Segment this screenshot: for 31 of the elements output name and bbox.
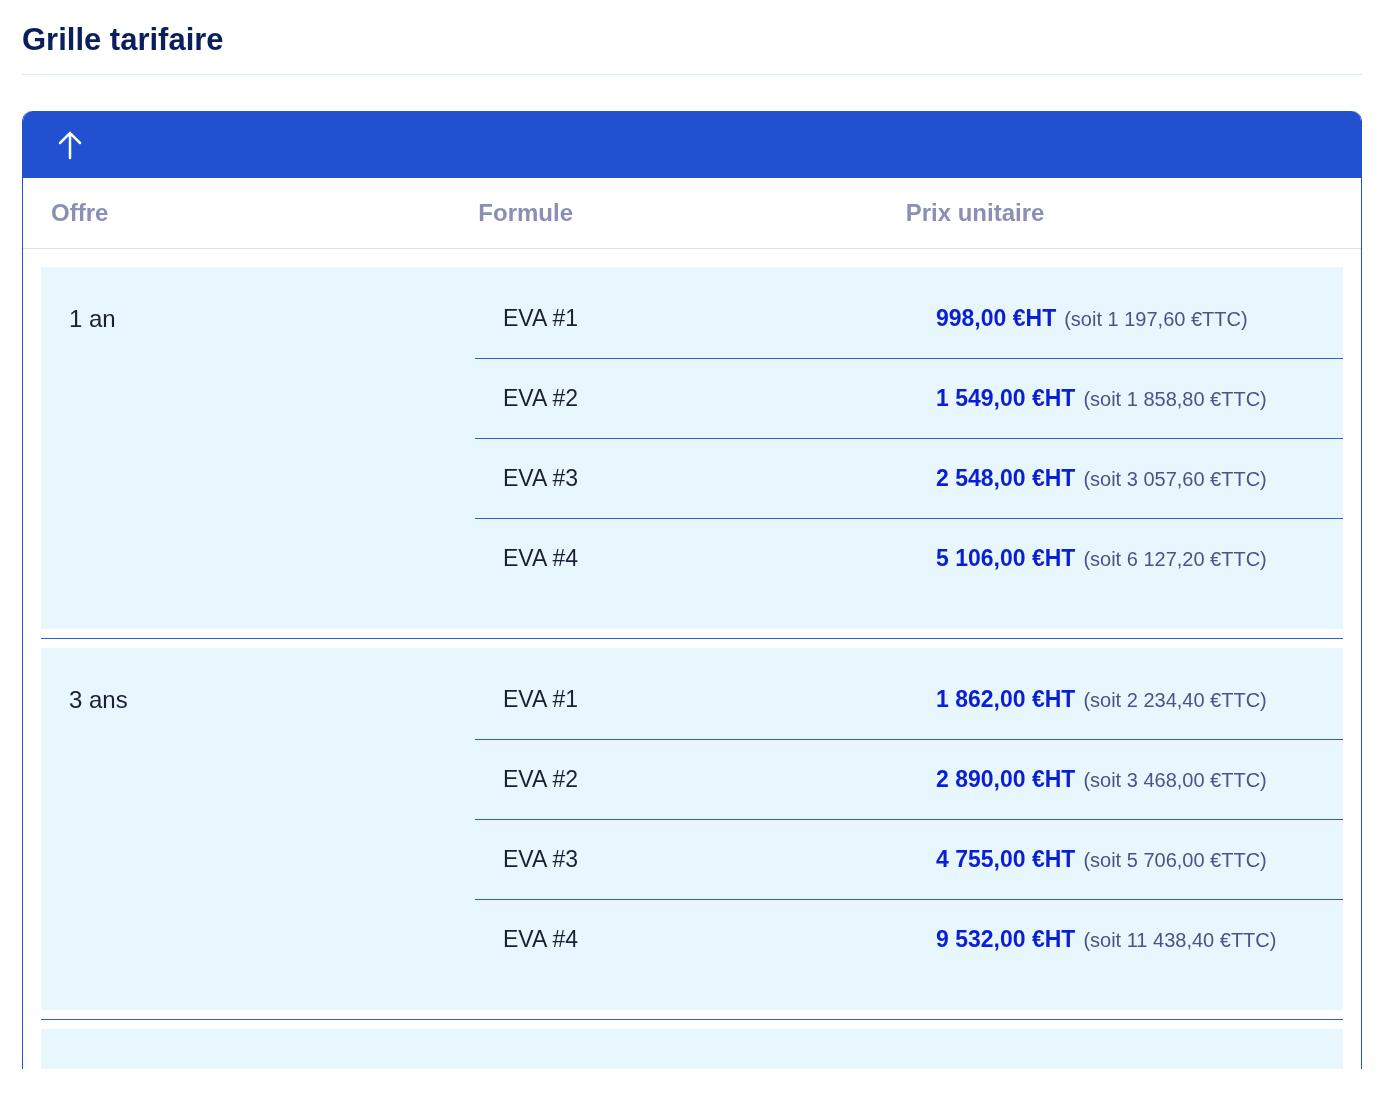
offer-label: 3 ans <box>69 686 128 713</box>
column-header: Prix unitaire <box>905 199 1045 226</box>
offer-label: 1 an <box>69 305 116 332</box>
column-header: Offre <box>51 199 109 226</box>
price-ttc: (soit 6 127,20 €TTC) <box>1083 547 1267 572</box>
formula-label: EVA #1 <box>503 686 579 712</box>
formula-label: EVA #2 <box>503 385 579 411</box>
price-ttc: (soit 3 057,60 €TTC) <box>1083 467 1267 492</box>
formula-label: EVA #4 <box>503 545 579 571</box>
formula-label: EVA #3 <box>503 846 579 872</box>
price-ht: 4 755,00 €HT <box>936 845 1076 874</box>
price-ttc: (soit 1 197,60 €TTC) <box>1064 307 1248 332</box>
column-header: Formule <box>478 199 573 226</box>
formula-label: EVA #2 <box>503 766 579 792</box>
price-ht: 2 548,00 €HT <box>936 464 1076 493</box>
page-title: Grille tarifaire <box>22 18 1362 75</box>
price-ht: 1 549,00 €HT <box>936 384 1076 413</box>
price-ht: 9 532,00 €HT <box>936 925 1076 954</box>
formula-label: EVA #3 <box>503 465 579 491</box>
price-ttc: (soit 5 706,00 €TTC) <box>1083 848 1267 873</box>
price-ttc: (soit 1 858,80 €TTC) <box>1083 387 1267 412</box>
price-ht: 5 106,00 €HT <box>936 544 1076 573</box>
price-ht: 1 862,00 €HT <box>936 685 1076 714</box>
price-ttc: (soit 3 468,00 €TTC) <box>1083 768 1267 793</box>
price-ttc: (soit 11 438,40 €TTC) <box>1083 928 1277 953</box>
arrow-up-icon[interactable] <box>57 129 83 160</box>
price-ttc: (soit 2 234,40 €TTC) <box>1083 688 1267 713</box>
price-ht: 2 890,00 €HT <box>936 765 1076 794</box>
formula-label: EVA #4 <box>503 926 579 952</box>
price-ht: 998,00 €HT <box>936 304 1057 333</box>
formula-label: EVA #1 <box>503 305 579 331</box>
